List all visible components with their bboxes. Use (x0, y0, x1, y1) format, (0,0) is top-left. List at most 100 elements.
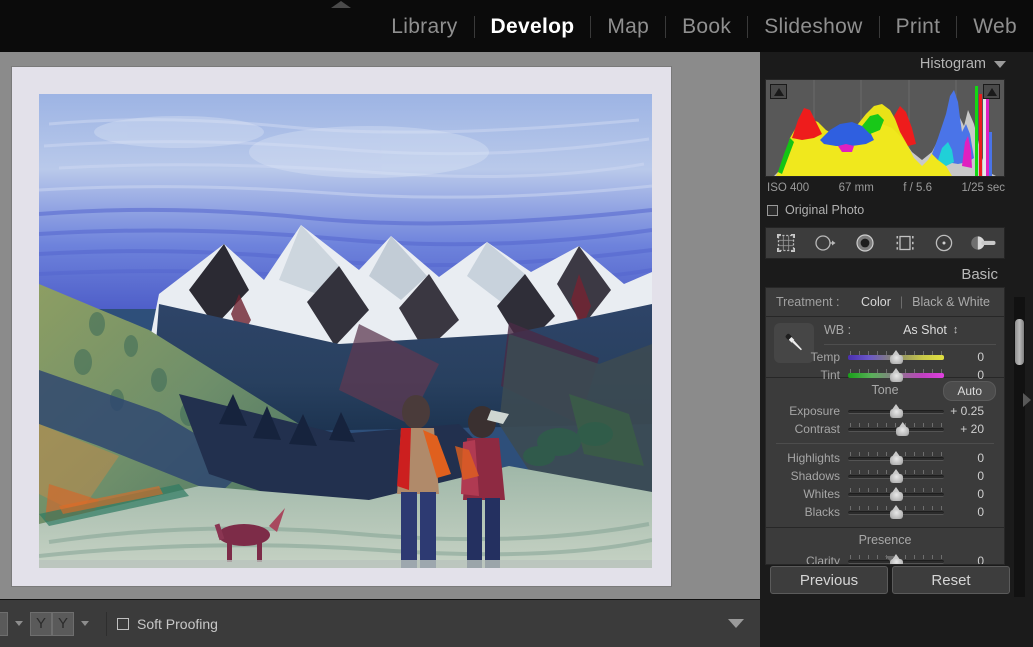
blacks-slider-track[interactable] (848, 505, 944, 519)
presence-title: Presence (859, 533, 912, 547)
whites-slider-track[interactable] (848, 487, 944, 501)
chevron-down-icon[interactable] (81, 621, 89, 626)
whites-slider-knob[interactable] (890, 487, 903, 501)
white-balance-value[interactable]: As Shot (903, 323, 947, 337)
view-mode-before-button[interactable]: Y (30, 612, 52, 636)
original-photo-label: Original Photo (785, 203, 864, 217)
blacks-label: Blacks (766, 505, 848, 519)
view-mode-after-button[interactable]: Y (52, 612, 74, 636)
module-map[interactable]: Map (591, 8, 665, 46)
previous-button[interactable]: Previous (770, 566, 888, 594)
treatment-section: Treatment : Color | Black & White (765, 287, 1005, 316)
slider-row-highlights[interactable]: Highlights 0 (766, 449, 1004, 467)
divider (824, 344, 996, 345)
exif-shutter-speed[interactable]: 1/25 sec (962, 182, 1005, 194)
slider-row-exposure[interactable]: Exposure + 0.25 (766, 402, 1004, 420)
view-mode-button-partial[interactable] (0, 612, 8, 636)
contrast-slider-knob[interactable] (896, 422, 909, 436)
white-balance-block: WB : As Shot ↕ Temp (766, 317, 1004, 377)
radial-filter-tool-icon[interactable] (929, 231, 959, 255)
adjustment-brush-tool-icon[interactable] (969, 231, 999, 255)
photo-mat (12, 67, 671, 586)
stepper-icon[interactable]: ↕ (953, 325, 959, 336)
exif-focal-length[interactable]: 67 mm (839, 182, 874, 194)
treatment-divider: | (891, 295, 912, 309)
blacks-slider-knob[interactable] (890, 505, 903, 519)
reset-button[interactable]: Reset (892, 566, 1010, 594)
temp-value[interactable]: 0 (944, 350, 994, 364)
red-eye-correction-tool-icon[interactable] (850, 231, 880, 255)
chevron-down-icon[interactable] (994, 61, 1006, 68)
soft-proofing-checkbox[interactable] (117, 618, 129, 630)
original-photo-row[interactable]: Original Photo (765, 203, 1010, 217)
module-slideshow[interactable]: Slideshow (748, 8, 878, 46)
contrast-slider-track[interactable] (848, 422, 944, 436)
treatment-black-and-white-option[interactable]: Black & White (912, 295, 990, 309)
clarity-label: Clarity (766, 554, 848, 565)
graduated-filter-tool-icon[interactable] (890, 231, 920, 255)
highlights-slider-knob[interactable] (890, 451, 903, 465)
clarity-slider-track[interactable] (848, 554, 944, 565)
exif-iso[interactable]: ISO 400 (767, 182, 809, 194)
module-book[interactable]: Book (666, 8, 747, 46)
soft-proofing-label[interactable]: Soft Proofing (137, 616, 218, 632)
white-balance-label: WB : (824, 323, 851, 337)
temp-slider-knob[interactable] (890, 350, 903, 364)
blacks-value[interactable]: 0 (944, 505, 994, 519)
panel-button-row: Previous Reset (770, 566, 1010, 594)
exif-aperture[interactable]: f / 5.6 (903, 182, 932, 194)
contrast-value[interactable]: + 20 (944, 422, 994, 436)
slider-row-blacks[interactable]: Blacks 0 (766, 503, 1004, 521)
whites-value[interactable]: 0 (944, 487, 994, 501)
basic-panel-header[interactable]: Basic (765, 261, 1010, 287)
white-balance-section: WB : As Shot ↕ Temp (765, 316, 1005, 377)
shadows-slider-knob[interactable] (890, 469, 903, 483)
right-panel-inner: Histogram (765, 52, 1010, 599)
spot-removal-tool-icon[interactable] (810, 231, 840, 255)
bottom-toolbar: Y Y Soft Proofing (0, 599, 760, 647)
exposure-slider-knob[interactable] (890, 404, 903, 418)
chevron-down-icon[interactable] (15, 621, 23, 626)
highlights-slider-track[interactable] (848, 451, 944, 465)
shadows-slider-track[interactable] (848, 469, 944, 483)
shadows-value[interactable]: 0 (944, 469, 994, 483)
slider-row-contrast[interactable]: Contrast + 20 (766, 420, 1004, 438)
highlight-clipping-indicator[interactable] (983, 84, 1000, 99)
shadow-clipping-indicator[interactable] (770, 84, 787, 99)
module-web[interactable]: Web (957, 8, 1033, 46)
scrollbar-thumb[interactable] (1015, 319, 1024, 365)
toolbar-options-caret-icon[interactable] (728, 619, 744, 628)
slider-row-shadows[interactable]: Shadows 0 (766, 467, 1004, 485)
temp-slider-track[interactable] (848, 350, 944, 364)
module-library[interactable]: Library (375, 8, 473, 46)
treatment-color-option[interactable]: Color (861, 295, 891, 309)
exposure-slider-track[interactable] (848, 404, 944, 418)
right-panel-expand-arrow-icon[interactable] (1023, 393, 1031, 407)
contrast-label: Contrast (766, 422, 848, 436)
basic-panel-title: Basic (961, 266, 998, 283)
module-print[interactable]: Print (880, 8, 957, 46)
image-canvas[interactable] (0, 52, 760, 599)
tone-header: Tone Auto (766, 378, 1004, 402)
white-balance-row[interactable]: WB : As Shot ↕ (824, 323, 996, 337)
panel-collapse-caret-icon[interactable] (885, 556, 895, 561)
crop-overlay-tool-icon[interactable] (771, 231, 801, 255)
module-develop[interactable]: Develop (475, 8, 591, 46)
highlights-value[interactable]: 0 (944, 451, 994, 465)
content-area: Histogram (0, 52, 1033, 599)
slider-row-temp[interactable]: Temp 0 (766, 348, 1006, 366)
highlights-label: Highlights (766, 451, 848, 465)
auto-tone-button[interactable]: Auto (943, 381, 996, 401)
original-photo-checkbox[interactable] (767, 205, 778, 216)
clarity-value[interactable]: 0 (944, 554, 994, 565)
right-panel-scrollbar[interactable] (1014, 297, 1025, 597)
painting-photo (39, 94, 652, 568)
histogram-graph[interactable] (765, 79, 1005, 177)
whites-label: Whites (766, 487, 848, 501)
histogram-header[interactable]: Histogram (765, 52, 1010, 76)
divider (776, 443, 994, 444)
top-panel-collapse-arrow-icon[interactable] (331, 1, 351, 8)
exposure-value[interactable]: + 0.25 (944, 404, 994, 418)
bottom-right-filler (760, 599, 1033, 647)
slider-row-whites[interactable]: Whites 0 (766, 485, 1004, 503)
